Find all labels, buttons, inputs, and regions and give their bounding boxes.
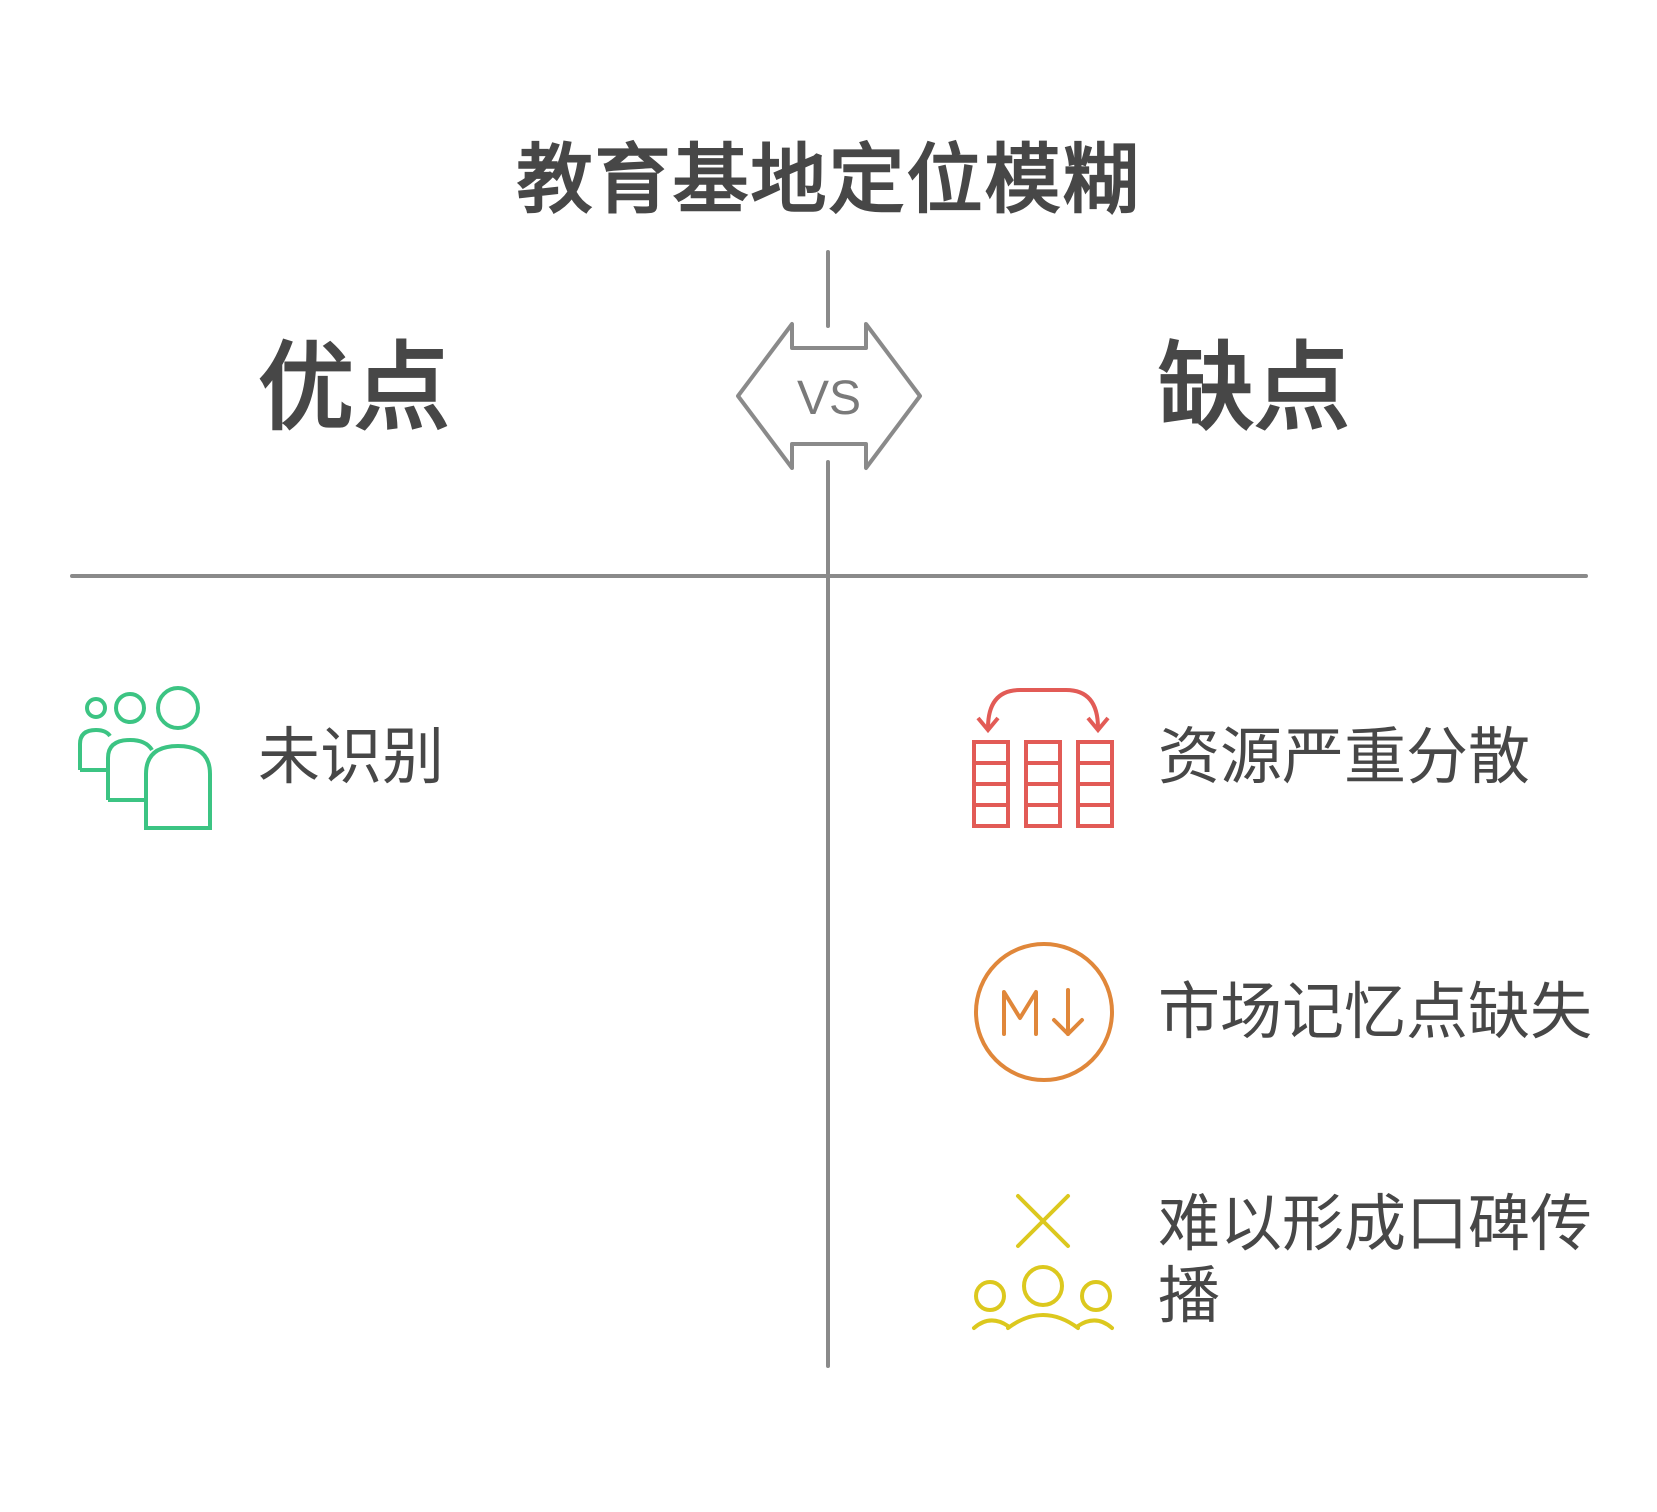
pros-heading: 优点 bbox=[258, 332, 450, 444]
people-group-icon bbox=[78, 686, 212, 830]
cons-item-label: 难以形成口碑传播 bbox=[1158, 1187, 1593, 1332]
cons-item-label: 资源严重分散 bbox=[1158, 720, 1531, 793]
pros-item-label: 未识别 bbox=[258, 720, 445, 793]
cons-item-label: 市场记忆点缺失 bbox=[1158, 975, 1593, 1048]
scattered-grid-arrows-icon bbox=[972, 688, 1114, 828]
diagram-title: 教育基地定位模糊 bbox=[516, 135, 1141, 224]
vs-label: VS bbox=[797, 372, 861, 425]
memory-down-circle-icon bbox=[974, 942, 1114, 1082]
no-word-of-mouth-icon bbox=[972, 1194, 1114, 1330]
cons-heading: 缺点 bbox=[1158, 332, 1350, 444]
